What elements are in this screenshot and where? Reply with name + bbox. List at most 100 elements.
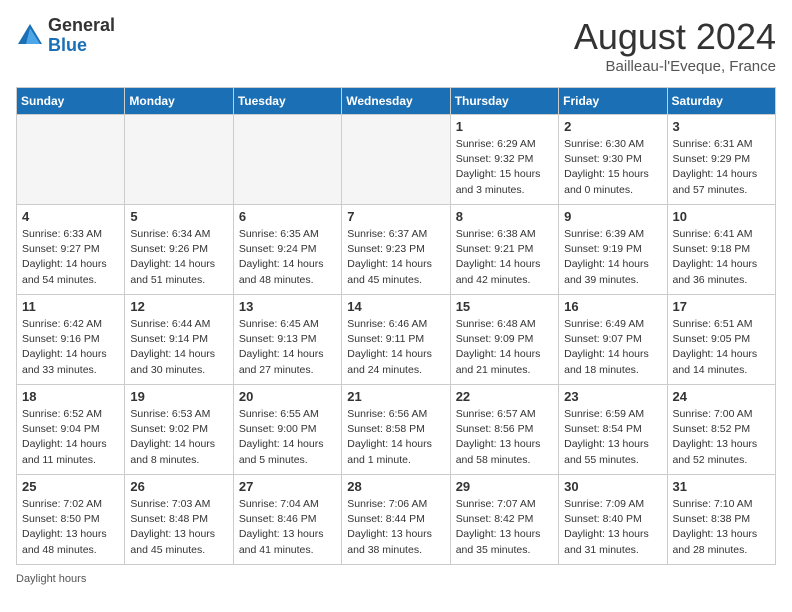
day-info: Sunrise: 6:57 AM Sunset: 8:56 PM Dayligh… (456, 407, 553, 468)
day-info: Sunrise: 6:33 AM Sunset: 9:27 PM Dayligh… (22, 227, 119, 288)
day-info: Sunrise: 6:34 AM Sunset: 9:26 PM Dayligh… (130, 227, 227, 288)
title-block: August 2024 Bailleau-l'Eveque, France (574, 16, 776, 75)
day-number: 8 (456, 209, 553, 224)
day-info: Sunrise: 6:29 AM Sunset: 9:32 PM Dayligh… (456, 137, 553, 198)
calendar-cell: 4Sunrise: 6:33 AM Sunset: 9:27 PM Daylig… (17, 205, 125, 295)
calendar-cell: 1Sunrise: 6:29 AM Sunset: 9:32 PM Daylig… (450, 115, 558, 205)
weekday-header-thursday: Thursday (450, 88, 558, 115)
day-info: Sunrise: 6:31 AM Sunset: 9:29 PM Dayligh… (673, 137, 770, 198)
day-number: 11 (22, 299, 119, 314)
day-info: Sunrise: 6:48 AM Sunset: 9:09 PM Dayligh… (456, 317, 553, 378)
weekday-header-sunday: Sunday (17, 88, 125, 115)
day-number: 26 (130, 479, 227, 494)
calendar-week-2: 4Sunrise: 6:33 AM Sunset: 9:27 PM Daylig… (17, 205, 776, 295)
calendar-cell: 11 Sunrise: 6:42 AM Sunset: 9:16 PM Dayli… (17, 295, 125, 385)
calendar-cell: 29Sunrise: 7:07 AM Sunset: 8:42 PM Dayli… (450, 475, 558, 565)
calendar-week-5: 25 Sunrise: 7:02 AM Sunset: 8:50 PM Dayli… (17, 475, 776, 565)
weekday-header-tuesday: Tuesday (233, 88, 341, 115)
calendar-cell: 16 Sunrise: 6:49 AM Sunset: 9:07 PM Dayli… (559, 295, 667, 385)
day-info: Sunrise: 6:46 AM Sunset: 9:11 PM Dayligh… (347, 317, 444, 378)
day-info: Sunrise: 7:00 AM Sunset: 8:52 PM Dayligh… (673, 407, 770, 468)
calendar-cell: 15 Sunrise: 6:48 AM Sunset: 9:09 PM Dayli… (450, 295, 558, 385)
calendar-cell: 30 Sunrise: 7:09 AM Sunset: 8:40 PM Dayli… (559, 475, 667, 565)
calendar-cell: 20Sunrise: 6:55 AM Sunset: 9:00 PM Dayli… (233, 385, 341, 475)
day-number: 21 (347, 389, 444, 404)
calendar-cell: 19 Sunrise: 6:53 AM Sunset: 9:02 PM Dayli… (125, 385, 233, 475)
month-year-title: August 2024 (574, 16, 776, 58)
day-number: 15 (456, 299, 553, 314)
calendar-cell: 23Sunrise: 6:59 AM Sunset: 8:54 PM Dayli… (559, 385, 667, 475)
logo-general-text: General (48, 15, 115, 35)
day-info: Sunrise: 6:30 AM Sunset: 9:30 PM Dayligh… (564, 137, 661, 198)
calendar-cell: 13Sunrise: 6:45 AM Sunset: 9:13 PM Dayli… (233, 295, 341, 385)
day-info: Sunrise: 7:10 AM Sunset: 8:38 PM Dayligh… (673, 497, 770, 558)
calendar-cell: 14 Sunrise: 6:46 AM Sunset: 9:11 PM Dayli… (342, 295, 450, 385)
calendar-cell (342, 115, 450, 205)
day-number: 25 (22, 479, 119, 494)
day-info: Sunrise: 6:52 AM Sunset: 9:04 PM Dayligh… (22, 407, 119, 468)
calendar-cell: 8Sunrise: 6:38 AM Sunset: 9:21 PM Daylig… (450, 205, 558, 295)
day-number: 16 (564, 299, 661, 314)
day-info: Sunrise: 6:37 AM Sunset: 9:23 PM Dayligh… (347, 227, 444, 288)
day-number: 6 (239, 209, 336, 224)
calendar-cell (233, 115, 341, 205)
weekday-header-wednesday: Wednesday (342, 88, 450, 115)
day-number: 2 (564, 119, 661, 134)
day-info: Sunrise: 7:09 AM Sunset: 8:40 PM Dayligh… (564, 497, 661, 558)
day-info: Sunrise: 6:51 AM Sunset: 9:05 PM Dayligh… (673, 317, 770, 378)
calendar-cell (125, 115, 233, 205)
day-info: Sunrise: 6:35 AM Sunset: 9:24 PM Dayligh… (239, 227, 336, 288)
day-number: 9 (564, 209, 661, 224)
weekday-header-friday: Friday (559, 88, 667, 115)
day-number: 19 (130, 389, 227, 404)
daylight-label: Daylight hours (16, 573, 86, 585)
day-info: Sunrise: 7:03 AM Sunset: 8:48 PM Dayligh… (130, 497, 227, 558)
day-number: 5 (130, 209, 227, 224)
weekday-header-row: SundayMondayTuesdayWednesdayThursdayFrid… (17, 88, 776, 115)
day-info: Sunrise: 6:45 AM Sunset: 9:13 PM Dayligh… (239, 317, 336, 378)
day-info: Sunrise: 6:56 AM Sunset: 8:58 PM Dayligh… (347, 407, 444, 468)
calendar-week-4: 18Sunrise: 6:52 AM Sunset: 9:04 PM Dayli… (17, 385, 776, 475)
calendar-cell: 7 Sunrise: 6:37 AM Sunset: 9:23 PM Daylig… (342, 205, 450, 295)
calendar-cell (17, 115, 125, 205)
day-number: 7 (347, 209, 444, 224)
day-number: 27 (239, 479, 336, 494)
day-number: 10 (673, 209, 770, 224)
day-info: Sunrise: 7:02 AM Sunset: 8:50 PM Dayligh… (22, 497, 119, 558)
day-number: 30 (564, 479, 661, 494)
calendar-cell: 5 Sunrise: 6:34 AM Sunset: 9:26 PM Daylig… (125, 205, 233, 295)
day-info: Sunrise: 6:41 AM Sunset: 9:18 PM Dayligh… (673, 227, 770, 288)
calendar-cell: 24Sunrise: 7:00 AM Sunset: 8:52 PM Dayli… (667, 385, 775, 475)
weekday-header-monday: Monday (125, 88, 233, 115)
day-number: 17 (673, 299, 770, 314)
calendar-cell: 10 Sunrise: 6:41 AM Sunset: 9:18 PM Dayli… (667, 205, 775, 295)
day-info: Sunrise: 6:53 AM Sunset: 9:02 PM Dayligh… (130, 407, 227, 468)
day-number: 20 (239, 389, 336, 404)
day-number: 29 (456, 479, 553, 494)
calendar-week-1: 1Sunrise: 6:29 AM Sunset: 9:32 PM Daylig… (17, 115, 776, 205)
page-header: General Blue August 2024 Bailleau-l'Eveq… (16, 16, 776, 75)
logo-icon (16, 22, 44, 50)
calendar-table: SundayMondayTuesdayWednesdayThursdayFrid… (16, 87, 776, 565)
weekday-header-saturday: Saturday (667, 88, 775, 115)
day-number: 3 (673, 119, 770, 134)
day-number: 22 (456, 389, 553, 404)
day-info: Sunrise: 6:49 AM Sunset: 9:07 PM Dayligh… (564, 317, 661, 378)
calendar-cell: 26 Sunrise: 7:03 AM Sunset: 8:48 PM Dayli… (125, 475, 233, 565)
calendar-week-3: 11 Sunrise: 6:42 AM Sunset: 9:16 PM Dayli… (17, 295, 776, 385)
calendar-cell: 31 Sunrise: 7:10 AM Sunset: 8:38 PM Dayli… (667, 475, 775, 565)
day-number: 14 (347, 299, 444, 314)
day-number: 23 (564, 389, 661, 404)
calendar-cell: 21 Sunrise: 6:56 AM Sunset: 8:58 PM Dayli… (342, 385, 450, 475)
calendar-cell: 3 Sunrise: 6:31 AM Sunset: 9:29 PM Daylig… (667, 115, 775, 205)
day-info: Sunrise: 7:06 AM Sunset: 8:44 PM Dayligh… (347, 497, 444, 558)
calendar-cell: 18Sunrise: 6:52 AM Sunset: 9:04 PM Dayli… (17, 385, 125, 475)
calendar-cell: 2 Sunrise: 6:30 AM Sunset: 9:30 PM Daylig… (559, 115, 667, 205)
day-info: Sunrise: 6:42 AM Sunset: 9:16 PM Dayligh… (22, 317, 119, 378)
calendar-cell: 17 Sunrise: 6:51 AM Sunset: 9:05 PM Dayli… (667, 295, 775, 385)
calendar-cell: 12Sunrise: 6:44 AM Sunset: 9:14 PM Dayli… (125, 295, 233, 385)
day-number: 31 (673, 479, 770, 494)
calendar-cell: 25 Sunrise: 7:02 AM Sunset: 8:50 PM Dayli… (17, 475, 125, 565)
logo-blue-text: Blue (48, 35, 87, 55)
calendar-footer: Daylight hours (16, 573, 776, 585)
